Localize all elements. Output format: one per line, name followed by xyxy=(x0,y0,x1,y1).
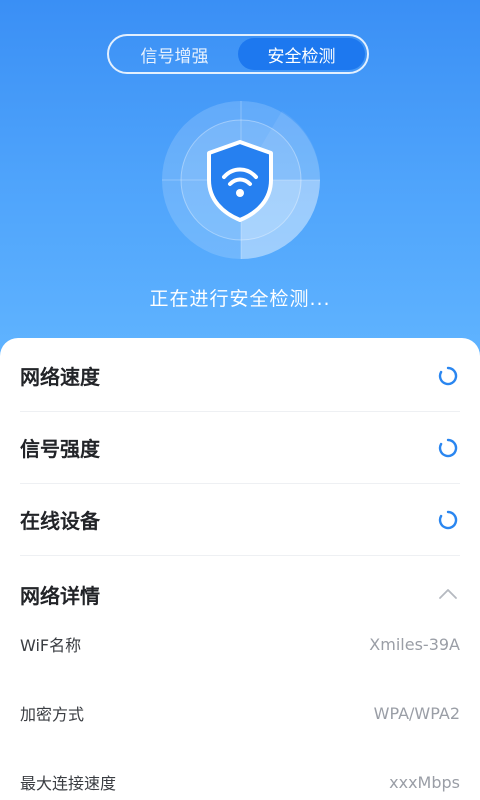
scan-status-text: 正在进行安全检测... xyxy=(149,288,331,310)
chevron-up-icon xyxy=(439,589,457,599)
wifi-shield-icon xyxy=(205,140,275,222)
detail-value: Xmiles-39A xyxy=(369,634,460,654)
loading-spinner-icon xyxy=(438,366,458,385)
loading-spinner-icon xyxy=(438,510,458,529)
check-row-network-speed: 网络速度 xyxy=(20,340,460,412)
tab-security-check[interactable]: 安全检测 xyxy=(238,38,365,70)
detail-label: 最大连接速度 xyxy=(20,774,117,793)
detail-label: WiF名称 xyxy=(20,636,82,655)
network-details-toggle[interactable]: 网络详情 xyxy=(20,572,460,616)
detail-row-encryption: 加密方式 WPA/WPA2 xyxy=(20,698,460,728)
tab-signal-boost[interactable]: 信号增强 xyxy=(111,38,238,70)
detail-value: xxxMbps xyxy=(389,772,460,792)
check-label: 网络速度 xyxy=(20,365,100,389)
loading-spinner-icon xyxy=(438,438,458,457)
check-label: 在线设备 xyxy=(20,509,100,533)
check-label: 信号强度 xyxy=(20,437,100,461)
mode-tabs: 信号增强 安全检测 xyxy=(107,34,369,74)
detail-row-wifi-name: WiF名称 Xmiles-39A xyxy=(20,629,460,659)
detail-label: 加密方式 xyxy=(20,705,85,724)
check-row-online-devices: 在线设备 xyxy=(20,484,460,556)
check-row-signal-strength: 信号强度 xyxy=(20,412,460,484)
results-card: 网络速度 信号强度 在线设备 网络详情 WiF名称 Xmiles-39A 加密方… xyxy=(0,338,480,800)
detail-value: WPA/WPA2 xyxy=(373,703,460,723)
network-details-title: 网络详情 xyxy=(20,583,100,608)
detail-row-max-speed: 最大连接速度 xxxMbps xyxy=(20,767,460,797)
